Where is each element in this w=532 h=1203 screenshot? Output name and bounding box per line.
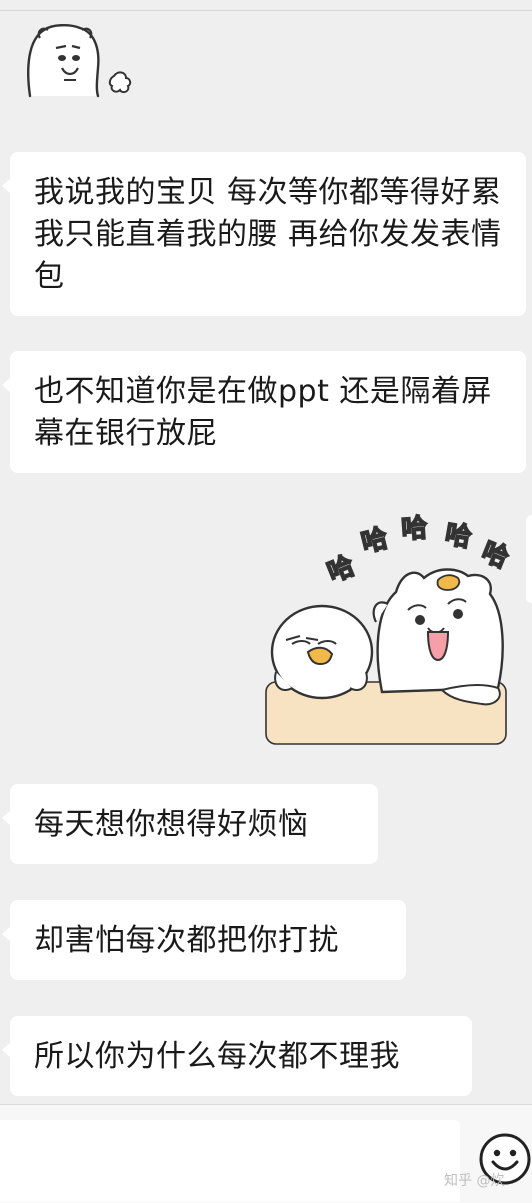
top-divider — [0, 10, 532, 11]
svg-text:哈: 哈 — [400, 513, 428, 545]
message-input[interactable] — [0, 1120, 460, 1202]
haha-sticker[interactable]: 哈 哈 哈 哈 哈 — [262, 512, 532, 746]
bear-sticker[interactable] — [22, 18, 142, 98]
message-text: 所以你为什么每次都不理我 — [34, 1039, 400, 1074]
svg-text:哈: 哈 — [443, 519, 474, 553]
message-text: 却害怕每次都把你打扰 — [34, 923, 339, 958]
message-bubble[interactable]: 所以你为什么每次都不理我 — [2, 1016, 472, 1096]
watermark: 知乎 @炊 — [444, 1173, 505, 1189]
message-bubble[interactable]: 我说我的宝贝 每次等你都等得好累 我只能直着我的腰 再给你发发表情包 — [2, 152, 526, 316]
haha-sticker-icon: 哈 哈 哈 哈 哈 — [265, 512, 514, 745]
message-bubble[interactable]: 也不知道你是在做ppt 还是隔着屏幕在银行放屁 — [2, 351, 526, 473]
svg-text:哈: 哈 — [477, 537, 512, 575]
message-bubble[interactable]: 却害怕每次都把你打扰 — [2, 900, 406, 980]
message-bubble[interactable]: 每天想你想得好烦恼 — [2, 784, 378, 864]
svg-text:哈: 哈 — [358, 523, 391, 558]
message-text: 也不知道你是在做ppt 还是隔着屏幕在银行放屁 — [34, 374, 492, 451]
bear-face-icon — [27, 24, 132, 98]
message-text: 每天想你想得好烦恼 — [34, 807, 309, 842]
message-text: 我说我的宝贝 每次等你都等得好累 我只能直着我的腰 再给你发发表情包 — [34, 175, 502, 294]
svg-text:哈: 哈 — [323, 551, 358, 589]
